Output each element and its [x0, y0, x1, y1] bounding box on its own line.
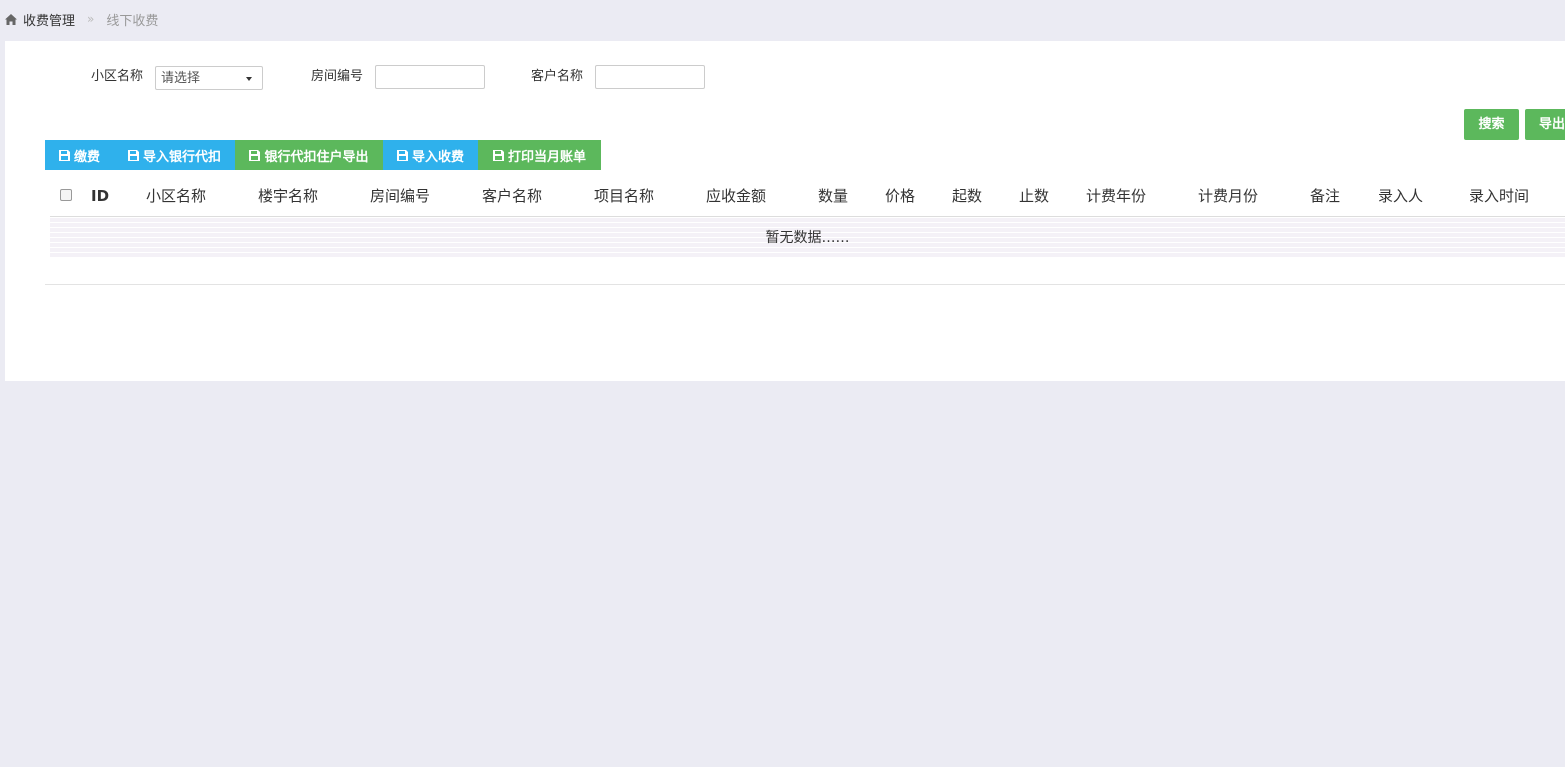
toolbar: 缴费 导入银行代扣 银行代扣住户导出 导入收费 打印当月账单 — [45, 140, 601, 170]
empty-text: 暂无数据…… — [765, 230, 850, 246]
table-bottom-divider — [45, 284, 1565, 285]
column-header-room[interactable]: 房间编号 — [370, 176, 430, 216]
print-monthly-bill-label: 打印当月账单 — [507, 149, 586, 165]
column-header-start[interactable]: 起数 — [952, 176, 982, 216]
save-icon — [58, 149, 70, 161]
main-panel: 小区名称 请选择 房间编号 客户名称 搜索 导出 缴费 导入银行代扣 银行代扣住… — [5, 41, 1565, 381]
community-select[interactable]: 请选择 — [155, 66, 263, 90]
customer-label: 客户名称 — [531, 69, 584, 84]
pay-button[interactable]: 缴费 — [45, 140, 114, 170]
bank-deduction-export-label: 银行代扣住户导出 — [264, 149, 369, 165]
column-header-community[interactable]: 小区名称 — [146, 176, 206, 216]
search-button[interactable]: 搜索 — [1464, 109, 1519, 140]
column-header-amount[interactable]: 应收金额 — [706, 176, 766, 216]
column-header-entry-time[interactable]: 录入时间 — [1469, 176, 1529, 216]
room-number-input[interactable] — [375, 65, 485, 89]
save-icon — [127, 149, 139, 161]
export-button[interactable]: 导出 — [1525, 109, 1565, 140]
pay-button-label: 缴费 — [73, 149, 100, 165]
import-bank-deduction-label: 导入银行代扣 — [142, 149, 221, 165]
save-icon — [396, 149, 408, 161]
caret-down-icon — [246, 77, 252, 81]
import-payment-button[interactable]: 导入收费 — [383, 140, 478, 170]
community-select-value: 请选择 — [161, 71, 201, 86]
select-all-checkbox[interactable] — [60, 189, 72, 201]
column-header-billing-year[interactable]: 计费年份 — [1086, 176, 1146, 216]
column-header-end[interactable]: 止数 — [1019, 176, 1049, 216]
column-header-entered-by[interactable]: 录入人 — [1378, 176, 1423, 216]
column-header-item[interactable]: 项目名称 — [594, 176, 654, 216]
breadcrumb-separator: » — [87, 12, 95, 26]
breadcrumb-level1[interactable]: 收费管理 — [23, 10, 75, 29]
bank-deduction-export-button[interactable]: 银行代扣住户导出 — [235, 140, 383, 170]
column-header-customer[interactable]: 客户名称 — [482, 176, 542, 216]
breadcrumb-level2: 线下收费 — [106, 13, 159, 29]
home-icon[interactable] — [5, 13, 17, 25]
room-label: 房间编号 — [311, 69, 364, 84]
column-header-id[interactable]: ID — [91, 176, 109, 216]
table-header: ID 小区名称 楼宇名称 房间编号 客户名称 项目名称 应收金额 数量 价格 起… — [50, 176, 1565, 217]
save-icon — [492, 149, 504, 161]
column-header-price[interactable]: 价格 — [885, 176, 915, 216]
empty-table-row: 暂无数据…… — [50, 218, 1565, 258]
column-header-quantity[interactable]: 数量 — [818, 176, 848, 216]
community-label: 小区名称 — [91, 69, 144, 84]
customer-name-input[interactable] — [595, 65, 705, 89]
breadcrumb: 收费管理 » 线下收费 — [5, 9, 158, 29]
save-icon — [249, 149, 261, 161]
import-payment-label: 导入收费 — [411, 149, 464, 165]
import-bank-deduction-button[interactable]: 导入银行代扣 — [114, 140, 235, 170]
column-header-remark[interactable]: 备注 — [1310, 176, 1340, 216]
column-header-billing-month[interactable]: 计费月份 — [1198, 176, 1258, 216]
print-monthly-bill-button[interactable]: 打印当月账单 — [478, 140, 601, 170]
column-header-building[interactable]: 楼宇名称 — [258, 176, 318, 216]
